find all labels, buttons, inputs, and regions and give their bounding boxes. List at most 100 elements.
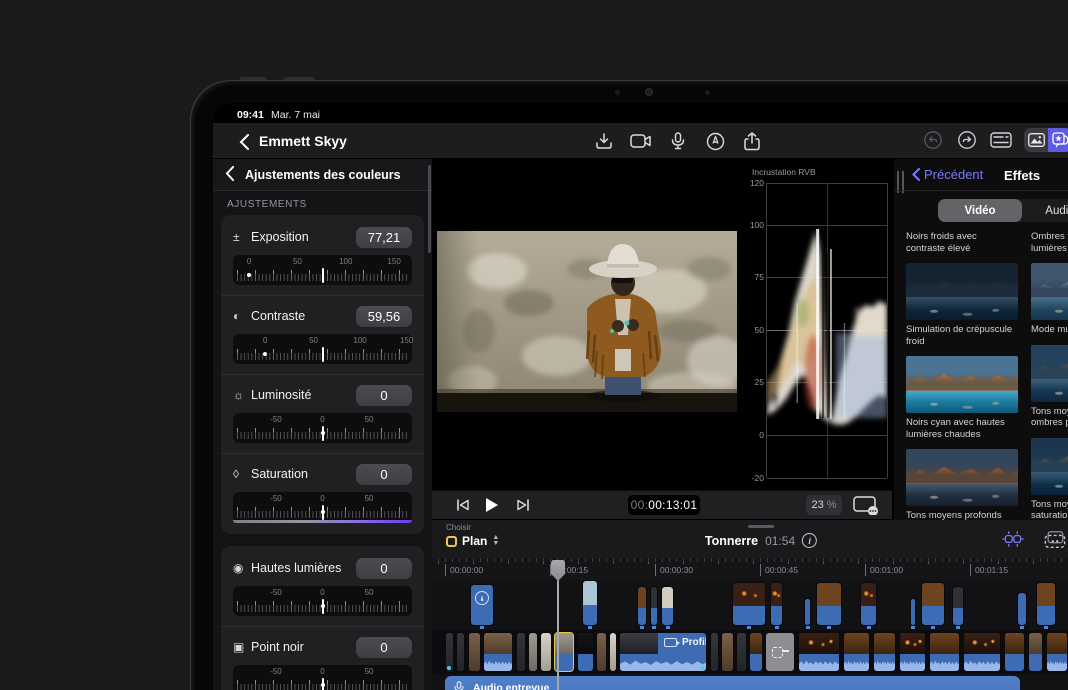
adjustment-value-field[interactable]: 59,56 (356, 306, 412, 327)
timeline-ruler[interactable]: 00:00:0000:00:1500:00:3000:00:4500:01:00… (432, 558, 1068, 580)
video-clip[interactable] (483, 632, 513, 672)
timeline-grabber[interactable] (748, 525, 774, 528)
video-clip[interactable] (710, 632, 719, 672)
play-button[interactable] (483, 496, 501, 514)
adjustment-slider[interactable]: -50050 (233, 586, 412, 616)
camera-button[interactable] (630, 130, 652, 152)
clip-selector[interactable]: Plan ▲▼ (446, 534, 499, 548)
adjustment-slider[interactable]: -50050 (233, 665, 412, 690)
video-clip[interactable] (798, 632, 840, 672)
video-clip[interactable] (577, 632, 594, 672)
effect-thumbnail[interactable] (906, 449, 1018, 506)
slider-cursor[interactable] (322, 599, 324, 614)
redo-button[interactable] (956, 129, 978, 151)
video-clip[interactable] (596, 632, 607, 672)
connected-clip[interactable] (816, 582, 842, 626)
connected-clips-button[interactable] (1002, 528, 1024, 550)
video-clip[interactable] (873, 632, 896, 672)
slider-cursor[interactable] (322, 268, 324, 283)
effects-browser-button[interactable] (1048, 128, 1068, 152)
adjustment-value-field[interactable]: 77,21 (356, 227, 412, 248)
video-clip[interactable] (929, 632, 960, 672)
import-button[interactable] (593, 130, 615, 152)
audio-clip[interactable]: Audio entrevue (445, 676, 1020, 690)
effect-item[interactable]: Mode muet élevé (1031, 263, 1068, 336)
effect-item[interactable]: Noirs cyan avec hautes lumières chaudes (906, 356, 1018, 440)
effect-item[interactable]: Ombres froides avec lumières chaudes (1031, 231, 1068, 254)
video-clip[interactable] (749, 632, 763, 672)
video-clip[interactable]: Profil (619, 632, 707, 672)
back-button[interactable] (233, 131, 255, 153)
zoom-level-control[interactable]: 23 % (806, 495, 842, 515)
adjustment-slider[interactable]: -50050 (233, 492, 412, 522)
effect-thumbnail[interactable] (1031, 438, 1068, 495)
video-clip[interactable] (1046, 632, 1068, 672)
video-clip[interactable] (1028, 632, 1043, 672)
clip-browser-button[interactable] (1044, 528, 1066, 550)
video-clip[interactable] (736, 632, 747, 672)
effect-thumbnail[interactable] (1031, 263, 1068, 320)
keyboard-button[interactable] (990, 129, 1012, 151)
video-clip[interactable] (1004, 632, 1025, 672)
effect-item[interactable]: Tons moyens avec ombres plus claires (1031, 345, 1068, 429)
connected-clip[interactable] (1036, 582, 1056, 626)
connected-clip[interactable] (910, 598, 916, 626)
slider-cursor[interactable] (322, 426, 324, 441)
video-clip[interactable] (843, 632, 870, 672)
adjustment-slider[interactable]: 050100150 (233, 255, 412, 285)
connected-clip[interactable] (770, 582, 783, 626)
video-clip[interactable] (540, 632, 552, 672)
draw-button[interactable] (704, 130, 726, 152)
previous-frame-button[interactable] (453, 496, 471, 514)
tab-video[interactable]: Vidéo (938, 199, 1022, 222)
share-button[interactable] (741, 130, 763, 152)
video-clip[interactable] (899, 632, 926, 672)
connected-clip[interactable] (637, 586, 647, 626)
effect-thumbnail[interactable] (1031, 345, 1068, 402)
timecode-display[interactable]: 00:00:13:01 (628, 495, 700, 515)
connected-clip[interactable] (582, 580, 598, 626)
connected-clip[interactable] (921, 582, 945, 626)
slider-cursor[interactable] (322, 505, 324, 520)
effect-thumbnail[interactable] (906, 356, 1018, 413)
connected-clip[interactable] (952, 586, 964, 626)
adjustment-value-field[interactable]: 0 (356, 637, 412, 658)
connected-clip[interactable] (650, 586, 658, 626)
video-clip[interactable] (609, 632, 617, 672)
adjustment-slider[interactable]: 050100150 (233, 334, 412, 364)
video-preview[interactable] (437, 231, 737, 412)
media-browser-button[interactable] (1024, 128, 1048, 152)
scrollbar[interactable] (428, 165, 431, 253)
connected-clip[interactable] (804, 598, 811, 626)
video-clip[interactable] (468, 632, 481, 672)
adjustment-value-field[interactable]: 0 (356, 558, 412, 579)
playhead[interactable] (557, 562, 559, 690)
undo-button[interactable] (922, 129, 944, 151)
effect-item[interactable]: Tons moyens avec saturation élevée (1031, 438, 1068, 522)
gap-clip[interactable] (765, 632, 795, 672)
connected-clip[interactable] (661, 586, 674, 626)
effect-thumbnail[interactable] (906, 263, 1018, 320)
connected-clip[interactable] (732, 582, 766, 626)
connected-clip[interactable] (860, 582, 877, 626)
adjustment-slider[interactable]: -50050 (233, 413, 412, 443)
tab-audio[interactable]: Audio (1022, 199, 1068, 222)
effects-back-button[interactable]: Précédent (912, 167, 983, 182)
color-panel-back-button[interactable] (225, 166, 234, 181)
next-frame-button[interactable] (514, 496, 532, 514)
connected-clip[interactable] (1017, 592, 1027, 626)
effect-item[interactable]: Simulation de crépuscule froid (906, 263, 1018, 347)
display-options-button[interactable] (851, 496, 881, 514)
video-clip[interactable] (963, 632, 1001, 672)
video-clip[interactable] (456, 632, 465, 672)
video-clip[interactable] (516, 632, 526, 672)
info-icon[interactable]: i (802, 533, 817, 548)
slider-cursor[interactable] (322, 347, 324, 362)
microphone-button[interactable] (667, 130, 689, 152)
effect-item[interactable]: Noirs froids avec contraste élevé (906, 231, 1018, 254)
adjustment-value-field[interactable]: 0 (356, 464, 412, 485)
slider-cursor[interactable] (322, 678, 324, 690)
video-clip[interactable] (721, 632, 734, 672)
connected-clip[interactable] (470, 584, 494, 626)
video-clip[interactable] (445, 632, 454, 672)
